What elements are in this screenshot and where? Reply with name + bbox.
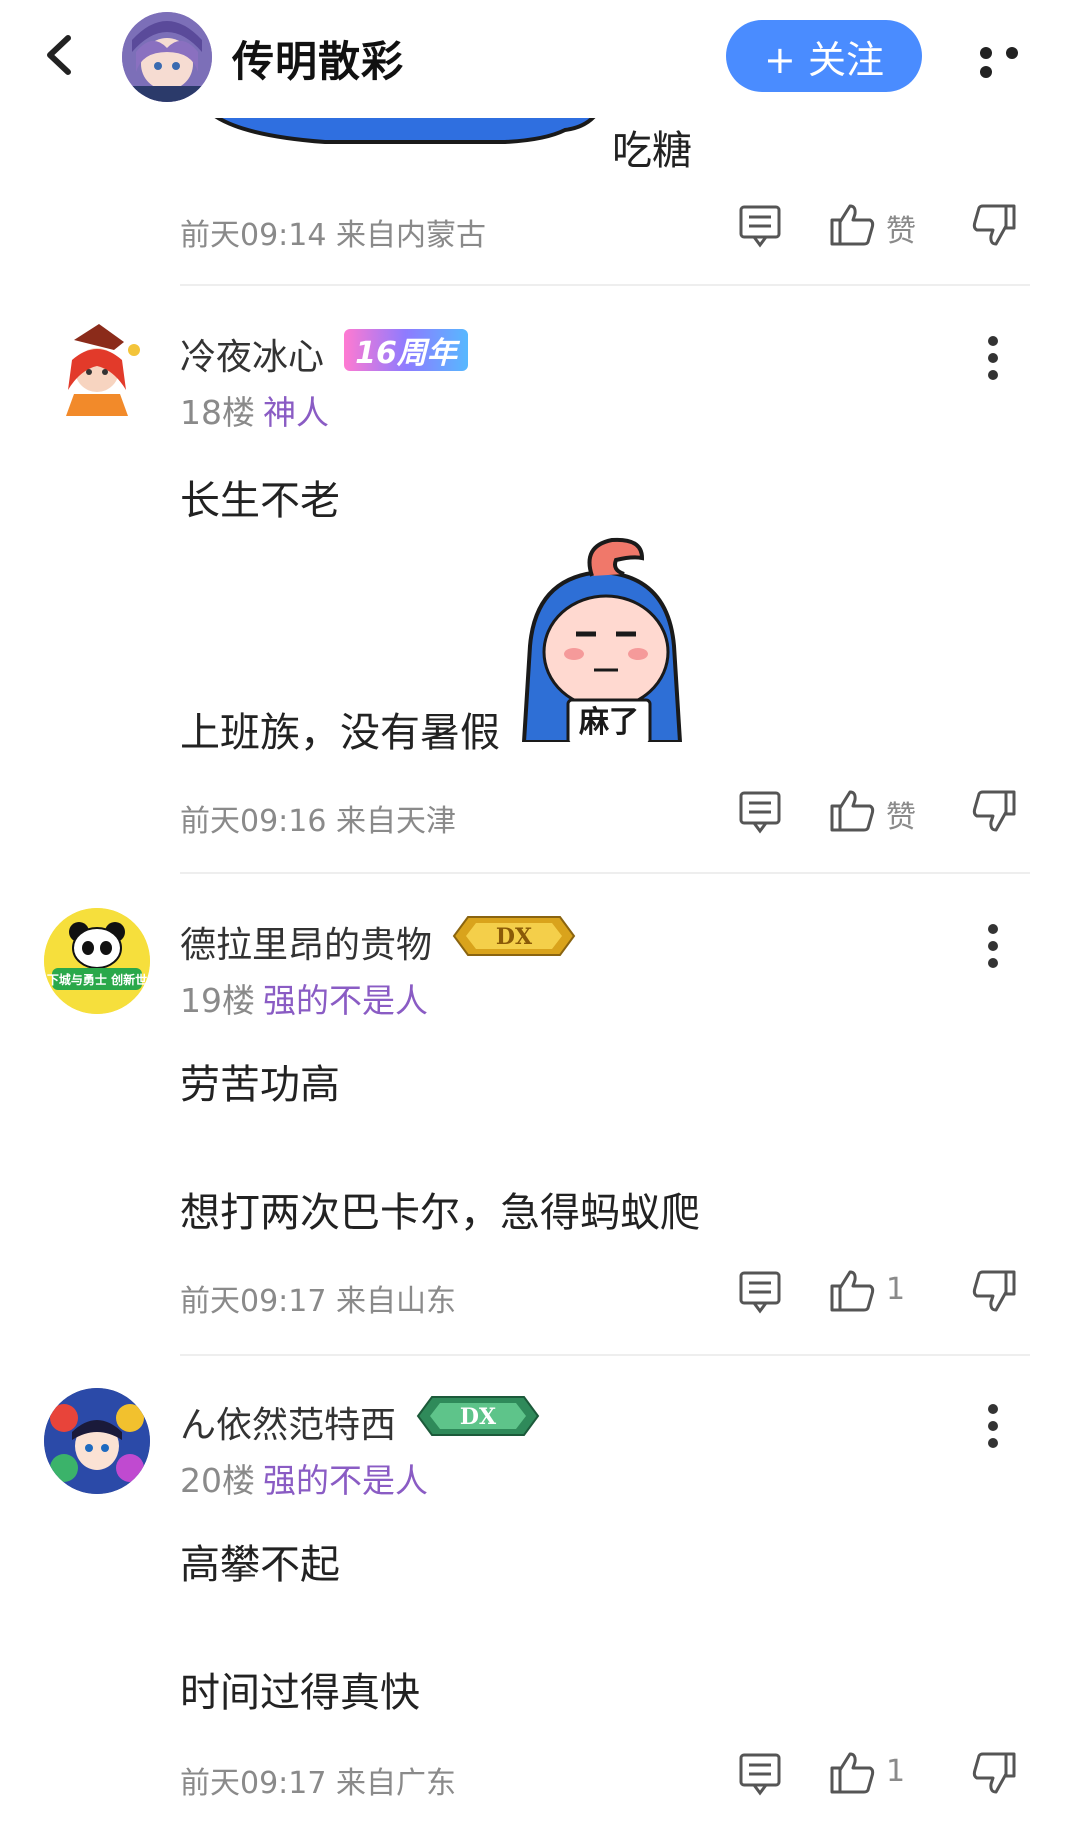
thumbs-up-icon[interactable]: [828, 1748, 876, 1796]
level-badge: DX: [416, 1396, 540, 1436]
floor-number: 19楼: [180, 981, 255, 1020]
user-avatar[interactable]: [44, 320, 150, 426]
thumbs-down-icon[interactable]: [972, 788, 1018, 834]
divider: [180, 1354, 1030, 1356]
comment-text: 长生不老: [180, 478, 340, 524]
comment-meta: 前天09:16 来自天津: [180, 804, 456, 839]
more-icon[interactable]: [985, 1404, 1001, 1454]
floor-number: 20楼: [180, 1461, 255, 1500]
floor-info: 19楼 强的不是人: [180, 974, 428, 1022]
user-avatar[interactable]: 地下城与勇士 创新世纪: [44, 908, 150, 1014]
page-title: 传明散彩: [232, 37, 405, 86]
thumbs-up-icon[interactable]: [828, 200, 876, 248]
follow-button[interactable]: + 关注: [726, 20, 922, 92]
avatar-text: 地下城与勇士 创新世纪: [44, 972, 150, 987]
comment-icon[interactable]: [738, 1752, 782, 1796]
comment-text: 高攀不起: [180, 1542, 340, 1588]
like-label: 赞: [886, 214, 916, 249]
user-avatar[interactable]: [44, 1388, 150, 1494]
more-icon[interactable]: [980, 44, 1050, 78]
top-bar: 传明散彩 + 关注: [0, 0, 1080, 118]
sticker-caption: 麻了: [579, 705, 639, 740]
comment-meta: 前天09:17 来自广东: [180, 1766, 456, 1801]
thumbs-up-icon[interactable]: [828, 1266, 876, 1314]
user-tag: 神人: [263, 393, 329, 432]
floor-number: 18楼: [180, 393, 255, 432]
thumbs-down-icon[interactable]: [972, 1268, 1018, 1314]
divider: [180, 284, 1030, 286]
svg-text:DX: DX: [460, 1404, 497, 1430]
like-count: 1: [886, 1272, 906, 1307]
thumbs-down-icon[interactable]: [972, 1750, 1018, 1796]
comment-text: 劳苦功高: [180, 1062, 340, 1108]
anniversary-badge: 16周年: [344, 329, 468, 371]
thumbs-up-icon[interactable]: [828, 786, 876, 834]
user-tag: 强的不是人: [263, 981, 428, 1020]
like-label: 赞: [886, 800, 916, 835]
comment-icon[interactable]: [738, 204, 782, 248]
divider: [180, 872, 1030, 874]
comment-meta-row: 前天09:16 来自天津 赞: [180, 790, 1040, 846]
svg-text:DX: DX: [496, 924, 533, 950]
comment-text: 时间过得真快: [180, 1670, 420, 1716]
like-count: 1: [886, 1754, 906, 1789]
comment-meta-row: 前天09:17 来自山东 1: [180, 1270, 1040, 1326]
more-icon[interactable]: [985, 336, 1001, 386]
comment-text: 想打两次巴卡尔，急得蚂蚁爬: [180, 1190, 700, 1236]
floor-info: 18楼 神人: [180, 386, 329, 434]
more-icon[interactable]: [985, 924, 1001, 974]
comment-meta-row: 前天09:17 来自广东 1: [180, 1752, 1040, 1808]
level-badge: DX: [452, 916, 576, 956]
comment-text: 吃糖: [612, 128, 692, 174]
sticker-image: 麻了: [521, 537, 683, 742]
comment-meta-row: 前天09:14 来自内蒙古 赞: [180, 204, 1040, 260]
username[interactable]: 德拉里昂的贵物: [180, 916, 432, 968]
comment-icon[interactable]: [738, 790, 782, 834]
username[interactable]: ん依然范特西: [180, 1396, 396, 1448]
username[interactable]: 冷夜冰心: [180, 328, 324, 380]
user-tag: 强的不是人: [263, 1461, 428, 1500]
back-arrow-icon[interactable]: [38, 32, 78, 78]
comment-icon[interactable]: [738, 1270, 782, 1314]
comment-text: 上班族，没有暑假: [180, 710, 500, 756]
thumbs-down-icon[interactable]: [972, 202, 1018, 248]
comment-meta: 前天09:17 来自山东: [180, 1284, 456, 1319]
floor-info: 20楼 强的不是人: [180, 1454, 428, 1502]
author-avatar[interactable]: [122, 12, 212, 102]
comment-meta: 前天09:14 来自内蒙古: [180, 218, 486, 253]
